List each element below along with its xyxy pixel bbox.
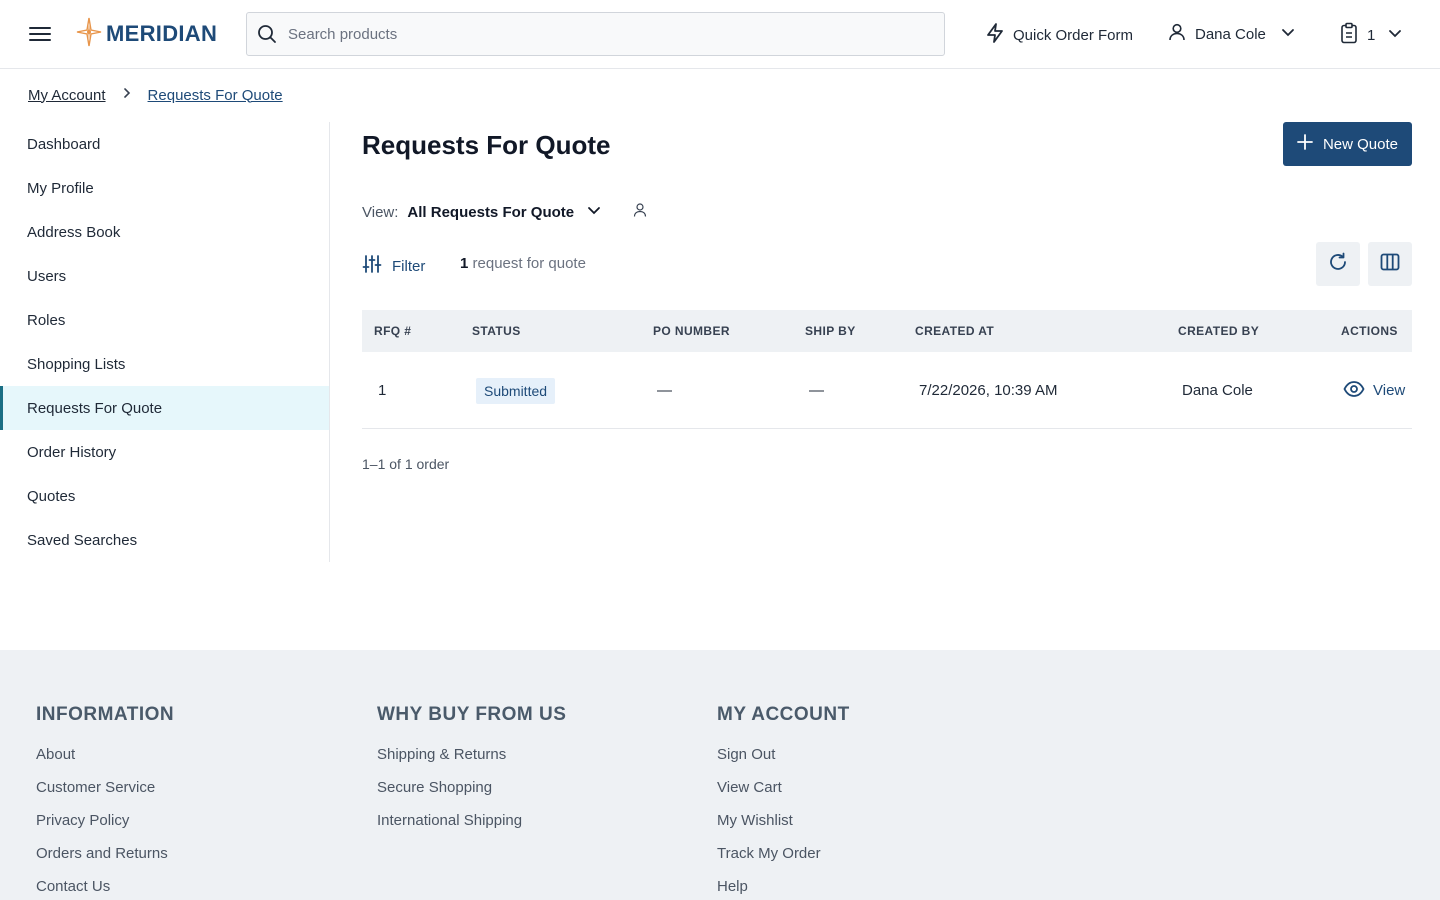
brand-name: MERIDIAN <box>106 21 218 46</box>
chevron-down-icon <box>1280 24 1296 44</box>
result-count-text: request for quote <box>472 255 586 272</box>
chevron-right-icon <box>120 86 134 104</box>
view-label: View: <box>362 203 399 221</box>
new-quote-button[interactable]: New Quote <box>1283 122 1412 166</box>
footer-link-orders-and-returns[interactable]: Orders and Returns <box>36 837 174 870</box>
column-header-created-by[interactable]: CREATED BY <box>1178 310 1259 352</box>
footer-link-shipping-returns[interactable]: Shipping & Returns <box>377 738 566 771</box>
new-quote-label: New Quote <box>1322 135 1399 153</box>
sidebar-item-dashboard[interactable]: Dashboard <box>0 122 329 166</box>
column-header-po-number[interactable]: PO NUMBER <box>653 310 730 352</box>
footer-heading: WHY BUY FROM US <box>377 704 567 725</box>
table-header: RFQ # STATUS PO NUMBER SHIP BY CREATED A… <box>362 310 1412 352</box>
view-select[interactable]: All Requests For Quote <box>407 204 574 221</box>
compass-icon <box>76 17 102 52</box>
result-count: 1 request for quote <box>460 255 586 272</box>
footer-column-information: INFORMATION About Customer Service Priva… <box>36 704 174 900</box>
created-at: 7/22/2026, 10:39 AM <box>919 382 1058 399</box>
footer-heading: INFORMATION <box>36 704 175 725</box>
po-number: — <box>657 382 672 399</box>
search-input[interactable] <box>288 25 888 43</box>
rfq-number: 1 <box>378 382 387 399</box>
footer-link-contact-us[interactable]: Contact Us <box>36 870 174 900</box>
user-name: Dana Cole <box>1195 25 1266 43</box>
account-sidebar: Dashboard My Profile Address Book Users … <box>0 122 330 562</box>
column-header-rfq[interactable]: RFQ # <box>374 310 411 352</box>
user-menu[interactable]: Dana Cole <box>1167 22 1296 46</box>
site-footer: INFORMATION About Customer Service Priva… <box>0 650 1440 900</box>
created-by: Dana Cole <box>1182 382 1253 399</box>
chevron-down-icon[interactable] <box>586 202 602 222</box>
user-icon[interactable] <box>632 202 648 222</box>
breadcrumb: My Account Requests For Quote <box>28 86 283 104</box>
footer-link-help[interactable]: Help <box>717 870 850 900</box>
sidebar-item-roles[interactable]: Roles <box>0 298 329 342</box>
lightning-icon <box>985 22 1005 48</box>
eye-icon <box>1343 378 1365 404</box>
sidebar-item-quotes[interactable]: Quotes <box>0 474 329 518</box>
refresh-icon <box>1327 251 1349 278</box>
clipboard-icon <box>1339 22 1359 48</box>
footer-link-about[interactable]: About <box>36 738 174 771</box>
sidebar-item-my-profile[interactable]: My Profile <box>0 166 329 210</box>
footer-column-why-buy: WHY BUY FROM US Shipping & Returns Secur… <box>377 704 566 837</box>
footer-link-my-wishlist[interactable]: My Wishlist <box>717 804 850 837</box>
sidebar-item-users[interactable]: Users <box>0 254 329 298</box>
filter-label: Filter <box>392 257 426 275</box>
chevron-down-icon <box>1387 25 1403 45</box>
sliders-icon <box>362 254 382 278</box>
footer-link-customer-service[interactable]: Customer Service <box>36 771 174 804</box>
actions-cell: View <box>1343 352 1405 429</box>
rfq-table: RFQ # STATUS PO NUMBER SHIP BY CREATED A… <box>362 310 1412 429</box>
sidebar-item-saved-searches[interactable]: Saved Searches <box>0 518 329 562</box>
filter-button[interactable]: Filter <box>362 254 425 278</box>
result-count-number: 1 <box>460 255 469 272</box>
quick-order-label: Quick Order Form <box>1013 26 1134 44</box>
view-label: View <box>1373 382 1406 399</box>
footer-link-privacy-policy[interactable]: Privacy Policy <box>36 804 174 837</box>
filter-row: Filter 1 request for quote <box>362 242 1412 286</box>
ship-by: — <box>809 382 824 399</box>
footer-link-secure-shopping[interactable]: Secure Shopping <box>377 771 566 804</box>
sidebar-item-shopping-lists[interactable]: Shopping Lists <box>0 342 329 386</box>
status-cell: Submitted <box>476 352 556 429</box>
footer-link-track-my-order[interactable]: Track My Order <box>717 837 850 870</box>
search-icon <box>257 24 277 44</box>
table-row[interactable]: 1 Submitted — — 7/22/2026, 10:39 AM Dana… <box>362 352 1412 429</box>
menu-icon[interactable] <box>28 22 52 46</box>
columns-button[interactable] <box>1368 242 1412 286</box>
sidebar-item-address-book[interactable]: Address Book <box>0 210 329 254</box>
refresh-button[interactable] <box>1316 242 1360 286</box>
breadcrumb-requests-for-quote[interactable]: Requests For Quote <box>148 87 283 104</box>
footer-link-view-cart[interactable]: View Cart <box>717 771 850 804</box>
page-title: Requests For Quote <box>362 130 611 160</box>
quick-order-button[interactable]: Quick Order Form <box>985 22 1133 48</box>
plus-icon <box>1297 134 1313 154</box>
status-badge: Submitted <box>476 377 556 404</box>
view-button[interactable]: View <box>1343 378 1405 404</box>
sidebar-item-requests-for-quote[interactable]: Requests For Quote <box>0 386 329 430</box>
breadcrumb-my-account[interactable]: My Account <box>28 87 106 104</box>
footer-heading: MY ACCOUNT <box>717 704 850 725</box>
cart-count: 1 <box>1367 26 1376 44</box>
sidebar-item-order-history[interactable]: Order History <box>0 430 329 474</box>
search-bar[interactable] <box>246 12 945 56</box>
cart-menu[interactable]: 1 <box>1339 22 1403 48</box>
brand-logo[interactable]: MERIDIAN <box>76 17 218 52</box>
user-icon <box>1167 22 1187 46</box>
footer-column-my-account: MY ACCOUNT Sign Out View Cart My Wishlis… <box>717 704 850 900</box>
column-header-ship-by[interactable]: SHIP BY <box>805 310 856 352</box>
view-selector-row: View: All Requests For Quote <box>362 202 648 222</box>
column-header-actions: ACTIONS <box>1341 324 1398 338</box>
column-header-created-at[interactable]: CREATED AT <box>915 310 994 352</box>
site-header: MERIDIAN Quick Order Form Dana Cole 1 <box>0 0 1440 69</box>
column-header-status[interactable]: STATUS <box>472 310 521 352</box>
pagination-summary: 1–1 of 1 order <box>362 456 450 472</box>
columns-icon <box>1379 251 1401 278</box>
footer-link-sign-out[interactable]: Sign Out <box>717 738 850 771</box>
footer-link-international-shipping[interactable]: International Shipping <box>377 804 566 837</box>
